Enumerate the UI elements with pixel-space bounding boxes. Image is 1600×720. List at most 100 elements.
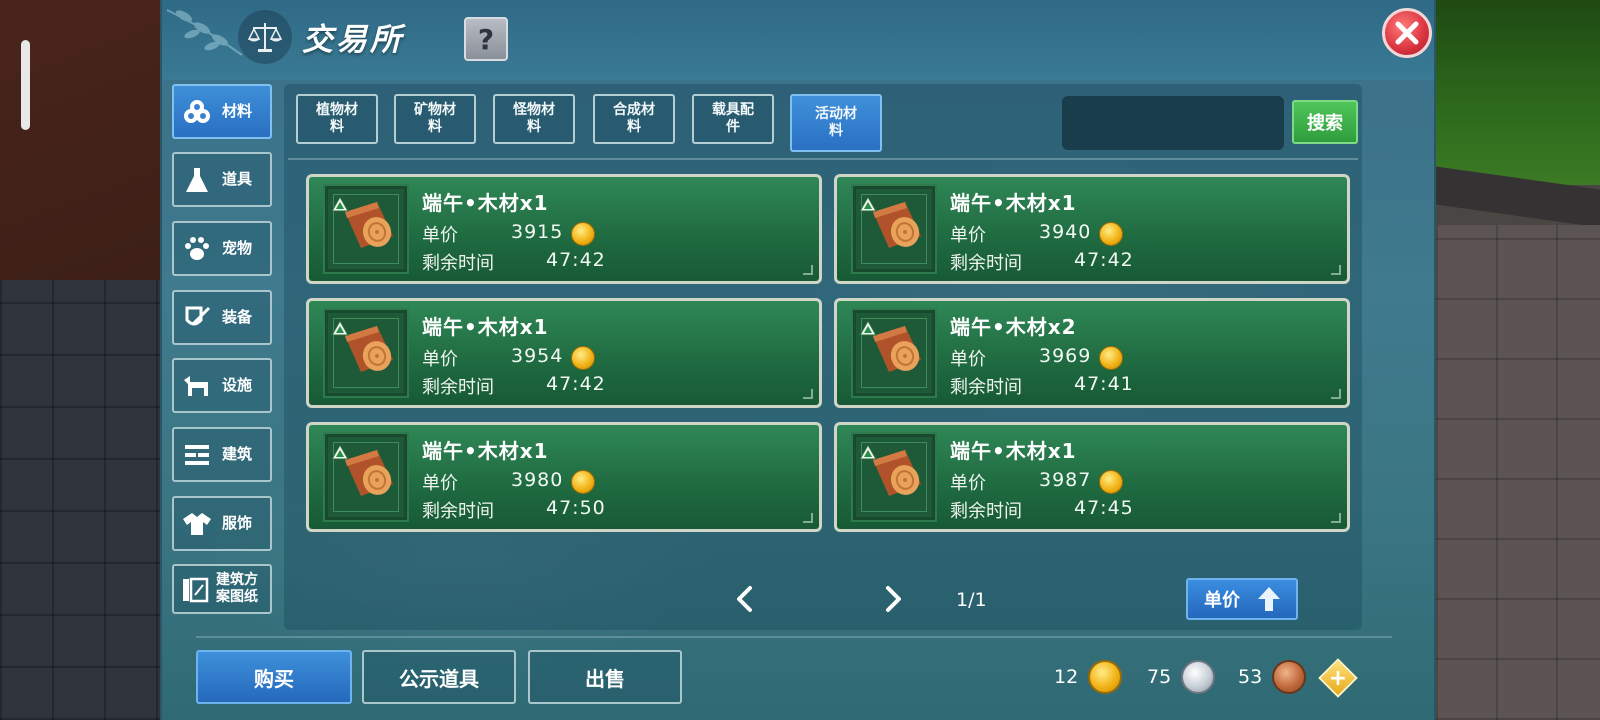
- listing-card[interactable]: 端午•木材x1 单价 3915 剩余时间 47:42: [306, 174, 822, 284]
- sidebar-item-equipment[interactable]: 装备: [172, 290, 272, 345]
- bronze-balance: 53: [1238, 660, 1307, 694]
- tab-monster-materials[interactable]: 怪物材 料: [493, 94, 575, 144]
- tab-mineral-materials[interactable]: 矿物材 料: [394, 94, 476, 144]
- sidebar-item-materials[interactable]: 材料: [172, 84, 272, 139]
- sidebar-item-label: 装备: [222, 308, 253, 326]
- sort-by-price-button[interactable]: 单价: [1186, 578, 1298, 620]
- sidebar-item-pets[interactable]: 宠物: [172, 221, 272, 276]
- edge-drag-handle[interactable]: [21, 40, 30, 130]
- tab-plant-materials[interactable]: 植物材 料: [296, 94, 378, 144]
- sidebar-item-clothing[interactable]: 服饰: [172, 496, 272, 551]
- listing-card[interactable]: 端午•木材x1 单价 3954 剩余时间 47:42: [306, 298, 822, 408]
- blueprint-icon: [180, 574, 210, 604]
- search-button[interactable]: 搜索: [1292, 100, 1358, 144]
- divider: [196, 636, 1392, 638]
- sidebar-item-label: 服饰: [222, 514, 253, 532]
- game-world-right: [1436, 0, 1600, 720]
- chevron-right-icon: [886, 586, 901, 612]
- item-frame: [323, 184, 409, 274]
- tab-event-materials[interactable]: 活动材 料: [790, 94, 882, 152]
- help-button[interactable]: ?: [464, 17, 508, 61]
- price-value: 3980: [511, 469, 564, 491]
- listing-card[interactable]: 端午•木材x1 单价 3940 剩余时间 47:42: [834, 174, 1350, 284]
- facility-icon: [182, 371, 212, 401]
- price-label: 单价: [950, 473, 986, 494]
- next-page-button[interactable]: [882, 584, 906, 614]
- listing-card[interactable]: 端午•木材x1 单价 3987 剩余时间 47:45: [834, 422, 1350, 532]
- tier-icon: [859, 196, 877, 212]
- prev-page-button[interactable]: [732, 584, 756, 614]
- gold-coin-icon: [1099, 470, 1123, 494]
- time-label: 剩余时间: [950, 377, 1022, 398]
- grass-area: [1436, 0, 1600, 185]
- listing-card[interactable]: 端午•木材x1 单价 3980 剩余时间 47:50: [306, 422, 822, 532]
- price-value: 3987: [1039, 469, 1092, 491]
- bronze-amount: 53: [1238, 666, 1263, 688]
- time-label: 剩余时间: [422, 377, 494, 398]
- scale-icon: [238, 10, 292, 64]
- close-icon: [1395, 21, 1419, 45]
- price-label: 单价: [950, 225, 986, 246]
- sidebar-item-facilities[interactable]: 设施: [172, 358, 272, 413]
- listing-card[interactable]: 端午•木材x2 单价 3969 剩余时间 47:41: [834, 298, 1350, 408]
- clothing-icon: [182, 509, 212, 539]
- floor-tiles: [0, 280, 160, 720]
- gold-coin-icon: [571, 346, 595, 370]
- page-indicator: 1/1: [956, 589, 987, 611]
- flask-icon: [182, 165, 212, 195]
- item-name: 端午•木材x1: [422, 439, 549, 463]
- tab-vehicle-parts[interactable]: 载具配 件: [692, 94, 774, 144]
- sidebar-item-label: 建筑方 案图纸: [216, 572, 258, 605]
- sidebar-item-blueprints[interactable]: 建筑方 案图纸: [172, 564, 272, 614]
- silver-amount: 75: [1147, 666, 1172, 688]
- item-frame: [851, 184, 937, 274]
- time-remaining: 47:42: [1074, 249, 1134, 271]
- chevron-left-icon: [737, 586, 752, 612]
- close-button[interactable]: [1382, 8, 1432, 58]
- item-name: 端午•木材x1: [950, 191, 1077, 215]
- price-label: 单价: [422, 349, 458, 370]
- item-name: 端午•木材x2: [950, 315, 1077, 339]
- price-label: 单价: [422, 473, 458, 494]
- exchange-window: 交易所 ? 材料 道具 宠物 装备 设施 建筑 服饰 建筑方 案图纸 植物材 料…: [160, 0, 1436, 720]
- equipment-icon: [182, 303, 212, 333]
- item-frame: [323, 432, 409, 522]
- public-items-button[interactable]: 公示道具: [362, 650, 516, 704]
- tab-crafted-materials[interactable]: 合成材 料: [593, 94, 675, 144]
- time-remaining: 47:45: [1074, 497, 1134, 519]
- time-remaining: 47:42: [546, 373, 606, 395]
- search-input[interactable]: [1062, 96, 1284, 150]
- gold-coin-icon: [571, 222, 595, 246]
- sidebar-item-label: 建筑: [222, 445, 253, 463]
- item-frame: [851, 432, 937, 522]
- buy-button[interactable]: 购买: [196, 650, 352, 704]
- window-title: 交易所: [302, 22, 404, 58]
- price-value: 3954: [511, 345, 564, 367]
- item-name: 端午•木材x1: [422, 191, 549, 215]
- time-remaining: 47:42: [546, 249, 606, 271]
- gold-coin-icon: [1099, 222, 1123, 246]
- sidebar-item-buildings[interactable]: 建筑: [172, 427, 272, 482]
- bronze-coin-icon: [1272, 660, 1307, 694]
- time-label: 剩余时间: [422, 253, 494, 274]
- floor-tiles-right: [1436, 225, 1600, 720]
- sell-button[interactable]: 出售: [528, 650, 682, 704]
- gold-coin-icon: [1099, 346, 1123, 370]
- item-name: 端午•木材x1: [422, 315, 549, 339]
- sort-up-icon: [1258, 587, 1280, 611]
- time-remaining: 47:41: [1074, 373, 1134, 395]
- plus-icon: +: [1328, 665, 1348, 691]
- sidebar-item-label: 设施: [222, 376, 253, 394]
- title-bar: 交易所 ?: [162, 0, 1434, 80]
- sidebar-item-props[interactable]: 道具: [172, 152, 272, 207]
- paw-icon: [182, 234, 212, 264]
- add-currency-button[interactable]: +: [1318, 658, 1358, 698]
- sort-label: 单价: [1204, 590, 1240, 611]
- price-value: 3969: [1039, 345, 1092, 367]
- listing-panel: 植物材 料 矿物材 料 怪物材 料 合成材 料 载具配 件 活动材 料 搜索 端…: [284, 84, 1362, 630]
- building-icon: [182, 440, 212, 470]
- tier-icon: [331, 444, 349, 460]
- tier-icon: [859, 320, 877, 336]
- price-label: 单价: [950, 349, 986, 370]
- gold-balance: 12: [1054, 660, 1123, 694]
